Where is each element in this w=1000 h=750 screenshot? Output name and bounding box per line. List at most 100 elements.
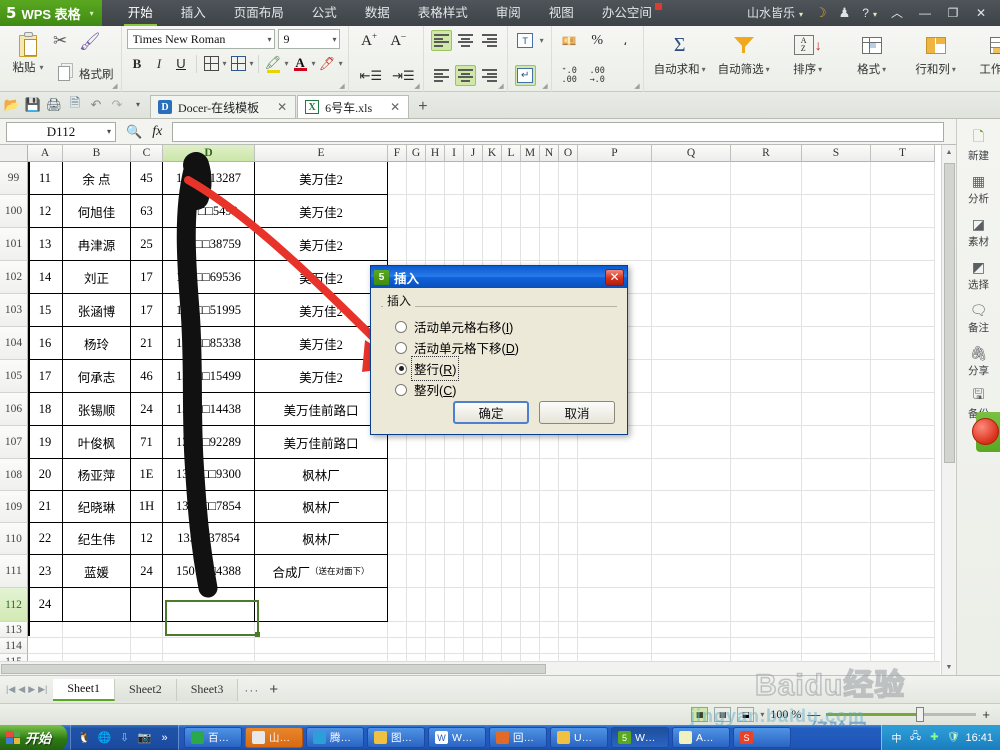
chevron-down-icon[interactable]: ▾ (285, 59, 289, 68)
taskbar-button-4[interactable]: W W… (428, 727, 487, 748)
cell-A99[interactable]: 11 (28, 162, 63, 195)
column-header-S[interactable]: S (802, 145, 871, 162)
cell-C106[interactable]: 24 (131, 393, 163, 426)
print-preview-icon[interactable]: 🗎 (66, 95, 84, 115)
option-entire-row[interactable]: 整行(R) (395, 356, 617, 381)
cell-A111[interactable]: 23 (28, 555, 63, 588)
align-bottom-button[interactable] (479, 30, 500, 51)
autofilter-button[interactable]: 自动筛选 ▾ (713, 29, 775, 92)
redo-icon[interactable]: ↷ (108, 95, 126, 115)
cell-D109[interactable]: 1355□□7854 (163, 491, 255, 523)
cell-T109[interactable] (871, 491, 935, 523)
cell-A109[interactable]: 21 (28, 491, 63, 523)
horizontal-scrollbar[interactable] (0, 661, 940, 675)
minimize-button[interactable]: — (912, 0, 938, 26)
taskbar-button-2[interactable]: 腾… (306, 727, 365, 748)
cell-K113[interactable] (483, 622, 502, 638)
row-header-110[interactable]: 110 (0, 523, 28, 555)
feedback-bubble-icon[interactable] (972, 418, 999, 445)
cell-R113[interactable] (731, 622, 802, 638)
row-header-107[interactable]: 107 (0, 426, 28, 459)
cell-Q103[interactable] (652, 294, 731, 327)
cell-O114[interactable] (559, 638, 578, 654)
cell-K114[interactable] (483, 638, 502, 654)
view-pagebreak-icon[interactable]: ⬓ (737, 707, 755, 722)
row-header-111[interactable]: 111 (0, 555, 28, 588)
cell-T105[interactable] (871, 360, 935, 393)
chevron-down-icon[interactable]: ▾ (540, 36, 544, 45)
cell-S107[interactable] (802, 426, 871, 459)
cell-R110[interactable] (731, 523, 802, 555)
font-name-combo[interactable]: Times New Roman ▾ (126, 29, 275, 49)
cell-N100[interactable] (540, 195, 559, 228)
cell-T102[interactable] (871, 261, 935, 294)
font-dialog-launcher[interactable]: ◢ (339, 82, 344, 90)
cell-O108[interactable] (559, 459, 578, 491)
cell-K99[interactable] (483, 162, 502, 195)
chevron-down-icon[interactable]: ▾ (766, 65, 770, 74)
cell-K111[interactable] (483, 555, 502, 588)
cell-D103[interactable]: 180□□51995 (163, 294, 255, 327)
scroll-down-icon[interactable]: ▼ (942, 660, 956, 675)
cell-M112[interactable] (521, 588, 540, 622)
radio-icon[interactable] (395, 320, 407, 333)
cell-N111[interactable] (540, 555, 559, 588)
cell-I111[interactable] (445, 555, 464, 588)
cell-B109[interactable]: 纪晓琳 (63, 491, 131, 523)
cell-E109[interactable]: 枫林厂 (255, 491, 388, 523)
row-header-105[interactable]: 105 (0, 360, 28, 393)
rows-columns-button[interactable]: 行和列 ▾ (905, 29, 967, 92)
cell-E113[interactable] (255, 622, 388, 638)
cell-D112[interactable] (163, 588, 255, 622)
collapse-ribbon-button[interactable]: ︿ (884, 0, 910, 26)
align-left-button[interactable] (431, 65, 452, 86)
cell-C109[interactable]: 1H (131, 491, 163, 523)
dialog-close-button[interactable]: ✕ (605, 268, 624, 286)
cell-B102[interactable]: 刘正 (63, 261, 131, 294)
cell-D104[interactable]: 134□□85338 (163, 327, 255, 360)
cell-B110[interactable]: 纪生伟 (63, 523, 131, 555)
cell-E114[interactable] (255, 638, 388, 654)
column-header-P[interactable]: P (578, 145, 652, 162)
cell-G114[interactable] (407, 638, 426, 654)
fontsize-dialog-launcher[interactable]: ◢ (414, 82, 419, 90)
cell-C112[interactable] (131, 588, 163, 622)
cell-R107[interactable] (731, 426, 802, 459)
cell-A105[interactable]: 17 (28, 360, 63, 393)
cell-R105[interactable] (731, 360, 802, 393)
font-size-combo[interactable]: 9 ▾ (277, 29, 340, 49)
sheet-nav-first[interactable]: |◀ (6, 684, 15, 695)
borders-button[interactable] (201, 53, 222, 74)
cell-L109[interactable] (502, 491, 521, 523)
chevron-down-icon[interactable]: ▾ (882, 65, 886, 74)
cell-M110[interactable] (521, 523, 540, 555)
cell-B100[interactable]: 何旭佳 (63, 195, 131, 228)
column-header-F[interactable]: F (388, 145, 407, 162)
cell-E105[interactable]: 美万佳2 (255, 360, 388, 393)
cell-Q111[interactable] (652, 555, 731, 588)
shield-icon[interactable]: ✚ (927, 731, 941, 745)
cell-M99[interactable] (521, 162, 540, 195)
cell-L100[interactable] (502, 195, 521, 228)
column-header-I[interactable]: I (445, 145, 464, 162)
horizontal-scroll-thumb[interactable] (1, 664, 546, 674)
cell-P101[interactable] (578, 228, 652, 261)
cell-N101[interactable] (540, 228, 559, 261)
cell-I101[interactable] (445, 228, 464, 261)
cell-A102[interactable]: 14 (28, 261, 63, 294)
cell-R100[interactable] (731, 195, 802, 228)
cell-A106[interactable]: 18 (28, 393, 63, 426)
cell-P100[interactable] (578, 195, 652, 228)
bold-button[interactable]: B (127, 53, 148, 74)
cell-S100[interactable] (802, 195, 871, 228)
row-header-114[interactable]: 114 (0, 638, 28, 654)
cell-S105[interactable] (802, 360, 871, 393)
cell-G111[interactable] (407, 555, 426, 588)
print-icon[interactable]: 🖨 (45, 95, 63, 115)
cell-F101[interactable] (388, 228, 407, 261)
cell-P99[interactable] (578, 162, 652, 195)
chevron-down-icon[interactable]: ▾ (339, 59, 343, 68)
fill-color-button[interactable]: 🖍 (263, 53, 284, 74)
taskbar-button-0[interactable]: 百… (184, 727, 243, 748)
cell-K109[interactable] (483, 491, 502, 523)
